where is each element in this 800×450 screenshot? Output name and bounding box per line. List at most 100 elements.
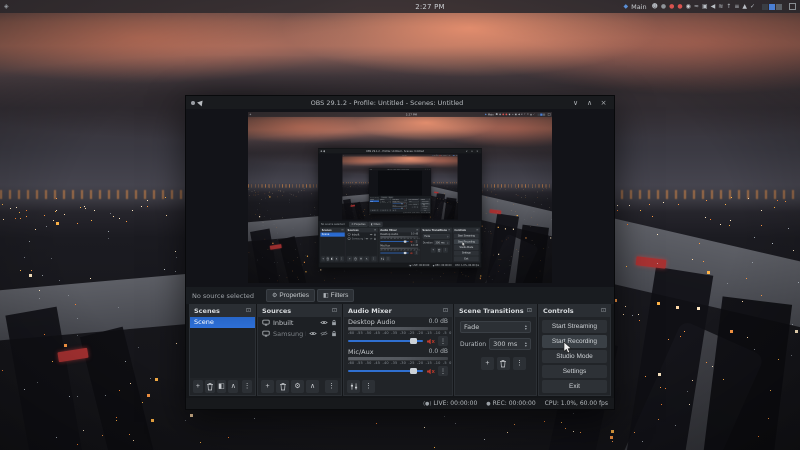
channel-options-button[interactable]: ⋮ [438, 336, 448, 346]
eye-icon[interactable] [320, 320, 328, 325]
properties-button[interactable]: ⚙ Properties [266, 289, 315, 302]
source-item-inbuilt[interactable]: Inbuilt [258, 317, 341, 328]
transition-more-button[interactable]: ⋮ [513, 357, 526, 370]
preview-area[interactable]: ◈ 2:27 PM ◆ Main ☻●●●◉≈▣◀≋↑≡▲✓ OBS 29.1.… [186, 109, 614, 287]
eye-icon[interactable] [309, 331, 317, 336]
workspace-label[interactable]: Main [631, 3, 647, 11]
pin-icon[interactable] [197, 99, 205, 107]
dock-icon[interactable]: ⊡ [601, 307, 606, 314]
eye-slash-icon[interactable] [320, 331, 328, 336]
add-source-button[interactable]: + [261, 380, 274, 393]
volume-slider-handle[interactable] [410, 368, 417, 374]
move-scene-up-button[interactable]: ∧ [228, 380, 238, 393]
filters-button: ◧ Filters [388, 196, 393, 198]
volume-slider[interactable] [348, 336, 423, 346]
remove-source-button[interactable] [276, 380, 289, 393]
move-source-up-button[interactable]: ∧ [306, 380, 319, 393]
dock-icon[interactable]: ⊡ [443, 307, 448, 314]
workspace-pager[interactable] [762, 4, 782, 10]
sources-list[interactable]: Inbuilt Samsung Lands [258, 317, 341, 378]
lock-icon[interactable] [331, 319, 337, 326]
mixer-panel-title: Audio Mixer [348, 307, 392, 315]
menu-icon[interactable]: ≡ [734, 0, 739, 13]
remove-source-button [353, 256, 358, 261]
obs-titlebar[interactable]: OBS 29.1.2 - Profile: Untitled - Scenes:… [186, 96, 614, 109]
spinner-icons[interactable]: ▴▾ [525, 324, 527, 330]
mute-speaker-icon [410, 252, 413, 255]
check-icon: ✓ [451, 155, 452, 157]
screen: ◈ 2:27 PM ◆ Main ☻●●●◉≈▣◀≋↑≡▲✓ OBS 29.1.… [248, 112, 552, 283]
controls-panel-title: Controls [543, 307, 574, 315]
dock-icon[interactable]: ⊡ [332, 307, 337, 314]
no-source-label: No source selected [370, 197, 379, 198]
remove-scene-button[interactable] [205, 380, 215, 393]
start-recording-button[interactable]: Start Recording [542, 335, 607, 348]
dock-icon: ⊡ [341, 229, 343, 232]
check-icon[interactable]: ✓ [750, 0, 755, 13]
source-properties-button[interactable]: ⚙ [291, 380, 304, 393]
live-timer: LIVE: 00:00:00 [433, 400, 477, 407]
settings-button[interactable]: Settings [542, 365, 607, 378]
workspace-pager [538, 113, 546, 115]
scene-filters-button[interactable]: ◧ [217, 380, 227, 393]
up-arrow-icon[interactable]: ↑ [726, 0, 731, 13]
scenes-toolbar: + ◧ ∧ ⋮ [190, 378, 255, 395]
close-button[interactable]: × [598, 99, 609, 107]
lock-icon[interactable] [331, 330, 337, 337]
wifi-icon[interactable]: ▲ [742, 0, 747, 13]
audio-mixer-panel: Audio Mixer ⊡ Desktop Audio 0.0 dB -60 -… [392, 198, 408, 211]
volume-icon[interactable]: ◀ [711, 0, 716, 13]
start-streaming-button[interactable]: Start Streaming [542, 320, 607, 333]
sources-more-button[interactable]: ⋮ [325, 380, 338, 393]
cpu-fps-stats: CPU: 1.0%, 60.00 fps [455, 264, 479, 267]
volume-slider-handle[interactable] [410, 338, 417, 344]
workspace-cell[interactable] [776, 4, 782, 10]
duration-label: Duration [423, 241, 433, 244]
source-item-samsung-lands[interactable]: Samsung Lands [258, 328, 341, 339]
workspace-cell-active[interactable] [769, 4, 775, 10]
add-scene-button[interactable]: + [193, 380, 203, 393]
user-icon[interactable]: ☻ [652, 0, 658, 13]
scenes-more-button[interactable]: ⋮ [242, 380, 252, 393]
mute-speaker-icon[interactable] [426, 338, 435, 345]
corner-box-icon[interactable] [789, 3, 796, 10]
record-dot-icon: ● [433, 264, 435, 266]
advanced-audio-button[interactable] [347, 380, 360, 393]
studio-mode-button[interactable]: Studio Mode [542, 350, 607, 363]
cpu-fps-stats: CPU: 1.0%, 60.00 fps [545, 400, 608, 407]
shield-icon[interactable]: ▣ [702, 0, 708, 13]
record-dot-icon[interactable]: ● [669, 0, 674, 13]
spinner-icons[interactable]: ▴▾ [525, 341, 527, 347]
scenes-list[interactable]: Scene [190, 317, 255, 378]
mute-speaker-icon[interactable] [426, 368, 435, 375]
workspace-cell[interactable] [762, 4, 768, 10]
target-icon[interactable]: ◉ [686, 0, 691, 13]
studio-mode-button: Studio Mode [454, 245, 479, 250]
wave-icon[interactable]: ≈ [694, 0, 699, 13]
tray-icons: ☻●●●◉≈▣◀≋↑≡▲✓ [652, 0, 755, 13]
volume-slider-handle [404, 252, 407, 254]
minimize-button[interactable]: ∨ [570, 99, 581, 107]
circle-icon[interactable]: ● [661, 0, 666, 13]
filters-button[interactable]: ◧ Filters [317, 289, 354, 302]
volume-slider[interactable] [348, 366, 423, 376]
record-dot2-icon[interactable]: ● [677, 0, 682, 13]
clock[interactable]: 2:27 PM [415, 3, 445, 11]
signal-icon[interactable]: ≋ [718, 0, 723, 13]
dock-icon[interactable]: ⊡ [246, 307, 251, 314]
scene-item-scene[interactable]: Scene [190, 317, 255, 328]
remove-transition-button[interactable] [497, 357, 510, 370]
dock-icon[interactable]: ⊡ [527, 307, 532, 314]
channel-options-button[interactable]: ⋮ [438, 366, 448, 376]
exit-button[interactable]: Exit [542, 380, 607, 393]
obs-statusbar: (●) LIVE: 00:00:00 ● REC: 00:00:00 CPU: … [369, 212, 431, 214]
mixer-more-button[interactable]: ⋮ [362, 380, 375, 393]
duration-spinbox[interactable]: 300 ms ▴▾ [489, 338, 531, 350]
launcher-icon[interactable]: ◈ [4, 3, 9, 10]
add-transition-button[interactable]: + [481, 357, 494, 370]
maximize-button[interactable]: ∧ [584, 99, 595, 107]
window-menu-icon[interactable] [191, 101, 195, 105]
mixer-channel-desktop-audio: Desktop Audio 0.0 dB -60 -55 -50 -45 -40… [379, 233, 420, 244]
transition-select[interactable]: Fade ▴▾ [460, 321, 531, 333]
controls-panel: Controls ⊡ Start StreamingStart Recordin… [420, 198, 430, 211]
